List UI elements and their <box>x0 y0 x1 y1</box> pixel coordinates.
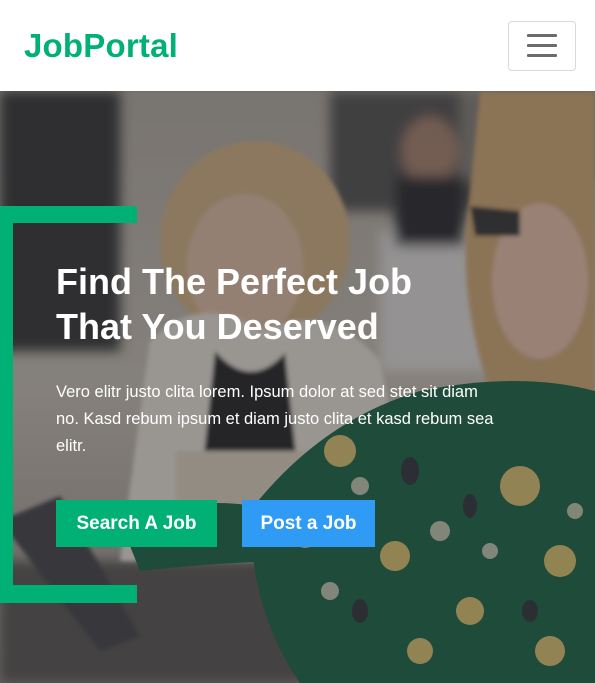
accent-frame-bottom <box>0 585 137 603</box>
hamburger-menu-icon-bar <box>527 44 557 47</box>
search-job-button[interactable]: Search A Job <box>56 500 217 547</box>
accent-frame-left <box>0 206 13 603</box>
menu-toggle-button[interactable] <box>508 20 576 71</box>
hamburger-menu-icon-bar <box>527 54 557 57</box>
hero-title-line-1: Find The Perfect Job <box>56 261 413 302</box>
hero-buttons: Search A Job Post a Job <box>56 500 526 547</box>
hamburger-menu-icon <box>527 34 557 37</box>
navbar: JobPortal <box>0 0 595 91</box>
brand-logo[interactable]: JobPortal <box>24 27 178 65</box>
hero-section: Find The Perfect Job That You Deserved V… <box>0 91 595 683</box>
hero-title-line-2: That You Deserved <box>56 306 379 347</box>
hero-description: Vero elitr justo clita lorem. Ipsum dolo… <box>56 383 494 455</box>
hero-title: Find The Perfect Job That You Deserved <box>56 259 526 349</box>
accent-frame-top <box>0 206 137 223</box>
post-job-button[interactable]: Post a Job <box>242 500 375 547</box>
hero-content: Find The Perfect Job That You Deserved V… <box>56 259 526 547</box>
